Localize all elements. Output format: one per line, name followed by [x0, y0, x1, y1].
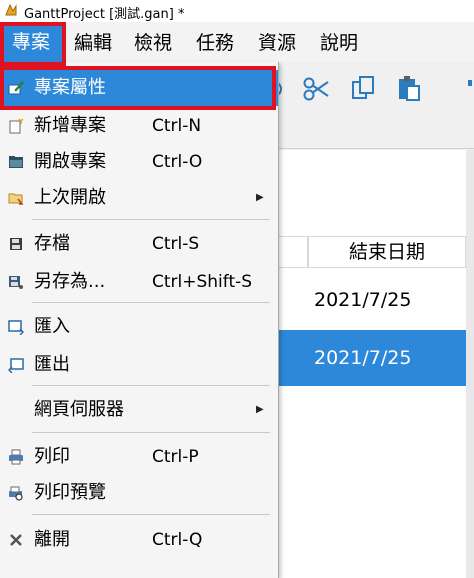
- exit-icon: [8, 532, 24, 548]
- end-date-cell: 2021/7/25: [314, 289, 412, 311]
- column-header-end-date[interactable]: 結束日期: [308, 236, 466, 268]
- menu-item-label: 離開: [34, 529, 70, 550]
- menu-separator: [32, 302, 270, 303]
- menu-item-label: 新增專案: [34, 115, 106, 136]
- menu-item-label: 存檔: [34, 233, 70, 254]
- menu-separator: [32, 514, 270, 515]
- shortcut-label: Ctrl-S: [152, 234, 200, 254]
- menu-separator: [32, 385, 270, 386]
- table-row[interactable]: 2021/7/25: [270, 272, 474, 328]
- menu-tasks[interactable]: 任務: [196, 30, 234, 56]
- highlight-box-project-properties: [0, 66, 276, 110]
- menu-item-label: 列印: [34, 446, 70, 467]
- menu-bar: 專案 編輯 檢視 任務 資源 說明: [0, 22, 474, 63]
- menu-item-save[interactable]: 存檔 Ctrl-S: [0, 226, 278, 262]
- menu-item-print-preview[interactable]: 列印預覽: [0, 475, 278, 511]
- new-project-icon: [8, 118, 24, 134]
- menu-item-recent-projects[interactable]: 上次開啟 ▶: [0, 180, 278, 216]
- menu-item-import[interactable]: 匯入: [0, 309, 278, 345]
- menu-item-save-as[interactable]: 另存為... Ctrl+Shift-S: [0, 264, 278, 300]
- shortcut-label: Ctrl-P: [152, 447, 199, 467]
- copy-icon[interactable]: [350, 74, 376, 102]
- menu-item-label: 開啟專案: [34, 151, 106, 172]
- recent-folder-icon: [8, 190, 24, 206]
- open-folder-icon: [8, 154, 24, 170]
- toolbar-divider: [270, 148, 474, 149]
- print-icon: [8, 449, 24, 465]
- save-icon: [8, 236, 24, 252]
- menu-item-label: 匯入: [34, 316, 70, 337]
- menu-item-new-project[interactable]: 新增專案 Ctrl-N: [0, 108, 278, 144]
- cut-icon[interactable]: [302, 76, 330, 102]
- title-bar: GanttProject [測試.gan] *: [0, 0, 474, 22]
- menu-item-open-project[interactable]: 開啟專案 Ctrl-O: [0, 144, 278, 180]
- shortcut-label: Ctrl-Q: [152, 530, 203, 550]
- menu-view[interactable]: 檢視: [134, 30, 172, 56]
- table-row-selected[interactable]: 2021/7/25: [270, 330, 474, 386]
- menu-item-label: 列印預覽: [34, 482, 106, 503]
- toolbar-edge-icon[interactable]: [466, 78, 474, 100]
- menu-item-label: 網頁伺服器: [34, 399, 124, 420]
- menu-separator: [32, 432, 270, 433]
- menu-separator: [32, 219, 270, 220]
- menu-item-label: 上次開啟: [34, 187, 106, 208]
- print-preview-icon: [8, 485, 24, 501]
- ganttproject-logo-icon: [3, 2, 19, 18]
- menu-edit[interactable]: 編輯: [74, 30, 112, 56]
- menu-item-print[interactable]: 列印 Ctrl-P: [0, 439, 278, 475]
- menu-item-export[interactable]: 匯出: [0, 347, 278, 383]
- menu-item-label: 另存為...: [34, 271, 106, 292]
- paste-icon[interactable]: [396, 74, 422, 102]
- menu-help[interactable]: 說明: [320, 30, 358, 56]
- menu-item-web-server[interactable]: 網頁伺服器 ▶: [0, 392, 278, 428]
- menu-item-exit[interactable]: 離開 Ctrl-Q: [0, 522, 278, 558]
- toolbar: [270, 62, 474, 116]
- import-icon: [8, 319, 24, 335]
- submenu-arrow-icon: ▶: [256, 192, 264, 203]
- save-as-icon: [8, 274, 24, 290]
- highlight-box-project-menu: [0, 22, 66, 66]
- menu-resources[interactable]: 資源: [258, 30, 296, 56]
- vertical-scrollbar[interactable]: [466, 150, 474, 578]
- window-title: GanttProject [測試.gan] *: [24, 7, 185, 22]
- shortcut-label: Ctrl-O: [152, 152, 203, 172]
- end-date-cell: 2021/7/25: [314, 347, 412, 369]
- export-icon: [8, 357, 24, 373]
- shortcut-label: Ctrl-N: [152, 116, 202, 136]
- submenu-arrow-icon: ▶: [256, 404, 264, 415]
- menu-item-label: 匯出: [34, 354, 70, 375]
- shortcut-label: Ctrl+Shift-S: [152, 272, 253, 292]
